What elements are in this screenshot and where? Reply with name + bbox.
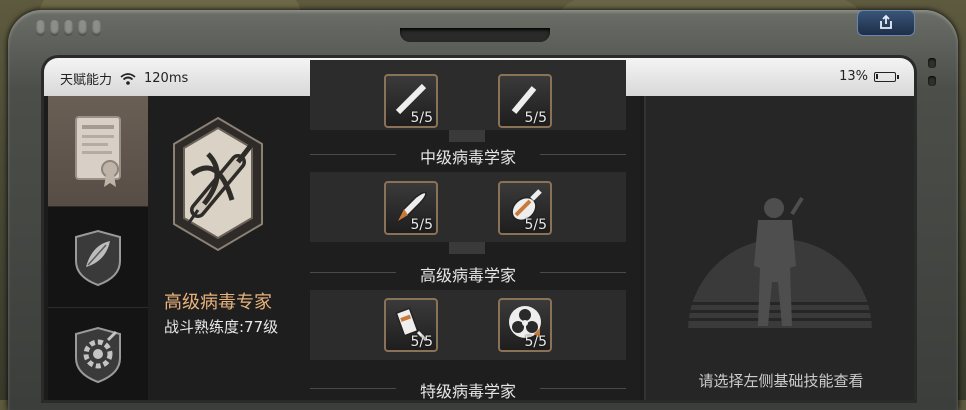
grip-ridge <box>78 20 87 36</box>
tab-certificate[interactable] <box>48 96 148 207</box>
gear-shield-icon <box>75 326 121 384</box>
exit-button[interactable] <box>857 10 915 36</box>
skill-slot[interactable]: 5/5 <box>498 298 552 352</box>
skill-level: 5/5 <box>410 110 433 126</box>
frame-notch <box>400 28 550 42</box>
tier-label: 中级病毒学家 <box>310 144 626 168</box>
leaf-shield-icon <box>75 229 121 287</box>
tier-connector <box>467 242 485 254</box>
skill-title: 高级病毒专家 <box>164 292 272 313</box>
skill-level: 5/5 <box>524 110 547 126</box>
skill-level: 5/5 <box>410 217 433 233</box>
grip-ridge <box>36 20 45 36</box>
detail-hint: 请选择左侧基础技能查看 <box>698 372 864 390</box>
skill-slot[interactable]: 5/5 <box>384 181 438 235</box>
skill-slot[interactable]: 5/5 <box>498 74 552 128</box>
grip-ridge <box>64 20 73 36</box>
tier-row <box>310 290 626 360</box>
tab-gear-shield[interactable] <box>48 308 148 400</box>
skill-proficiency: 战斗熟练度:77级 <box>164 318 279 336</box>
side-slot <box>928 58 936 68</box>
skill-level: 5/5 <box>524 334 547 350</box>
skill-detail-panel: 请选择左侧基础技能查看 <box>644 96 914 400</box>
skill-tree-panel: 高级病毒专家 战斗熟练度:77级 5/5 5/5 中级病毒学家 5/5 5/5 … <box>148 60 640 400</box>
skill-slot[interactable]: 5/5 <box>498 181 552 235</box>
soldier-silhouette-icon <box>686 196 876 328</box>
screen: 天赋能力 120ms 10:57 13% <box>44 58 914 400</box>
tier-connector <box>449 130 467 142</box>
grip-ridge <box>92 20 101 36</box>
exit-icon <box>880 15 892 29</box>
tier-connector <box>449 242 467 254</box>
skill-level: 5/5 <box>524 217 547 233</box>
syringe-emblem-icon <box>173 116 263 252</box>
side-slot <box>928 76 936 86</box>
skill-slot[interactable]: 5/5 <box>384 298 438 352</box>
grip-ridge <box>50 20 59 36</box>
category-sidebar <box>48 96 148 400</box>
tier-label: 高级病毒学家 <box>310 262 626 286</box>
skill-level: 5/5 <box>410 334 433 350</box>
tier-label: 特级病毒学家 <box>310 378 626 400</box>
tier-connector <box>467 130 485 142</box>
tier-row <box>310 172 626 242</box>
tab-leaf-shield[interactable] <box>48 207 148 308</box>
certificate-icon <box>75 116 121 187</box>
tier-row <box>310 60 626 130</box>
battery-icon <box>874 71 899 82</box>
skill-slot[interactable]: 5/5 <box>384 74 438 128</box>
battery-percent: 13% <box>839 69 868 84</box>
